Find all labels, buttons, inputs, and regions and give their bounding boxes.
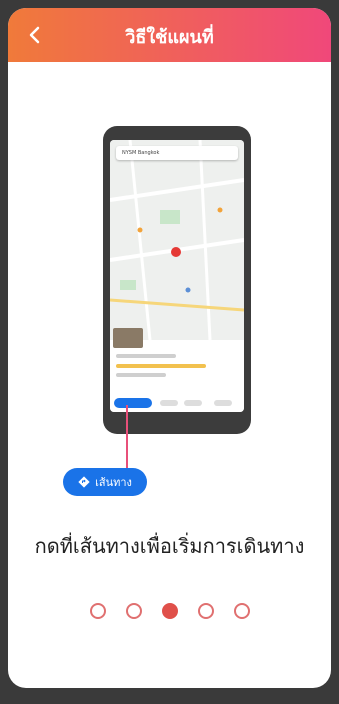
map-search-bar: NYSM Bangkok — [116, 146, 238, 160]
phone-screen: NYSM Bangkok — [110, 140, 244, 412]
page-dot[interactable] — [233, 603, 250, 619]
page-title: วิธีใช้แผนที่ — [125, 27, 214, 48]
directions-icon — [78, 476, 90, 488]
place-info-panel — [110, 328, 244, 412]
place-name-line — [116, 354, 176, 358]
mini-action — [214, 400, 232, 406]
mini-directions-button — [114, 398, 152, 408]
map-illustration — [110, 140, 244, 340]
page-dot[interactable] — [125, 603, 142, 619]
mini-action — [184, 400, 202, 406]
page-dot[interactable] — [197, 603, 214, 619]
mini-action — [160, 400, 178, 406]
page-indicator — [8, 603, 331, 619]
place-photo — [113, 328, 143, 348]
page-dot-active[interactable] — [161, 603, 178, 619]
page-dot[interactable] — [89, 603, 106, 619]
phone-mockup: NYSM Bangkok — [103, 126, 251, 434]
callout-line — [126, 405, 128, 477]
header-bar: วิธีใช้แผนที่ — [8, 8, 331, 62]
directions-label: เส้นทาง — [95, 476, 132, 489]
instruction-caption: กดที่เส้นทางเพื่อเริ่มการเดินทาง — [34, 534, 305, 558]
place-rating-line — [116, 364, 206, 368]
place-detail-line — [116, 373, 166, 377]
tutorial-card: วิธีใช้แผนที่ NYSM Bangkok เส้นทาง กดที่… — [8, 8, 331, 688]
directions-button[interactable]: เส้นทาง — [63, 468, 147, 496]
